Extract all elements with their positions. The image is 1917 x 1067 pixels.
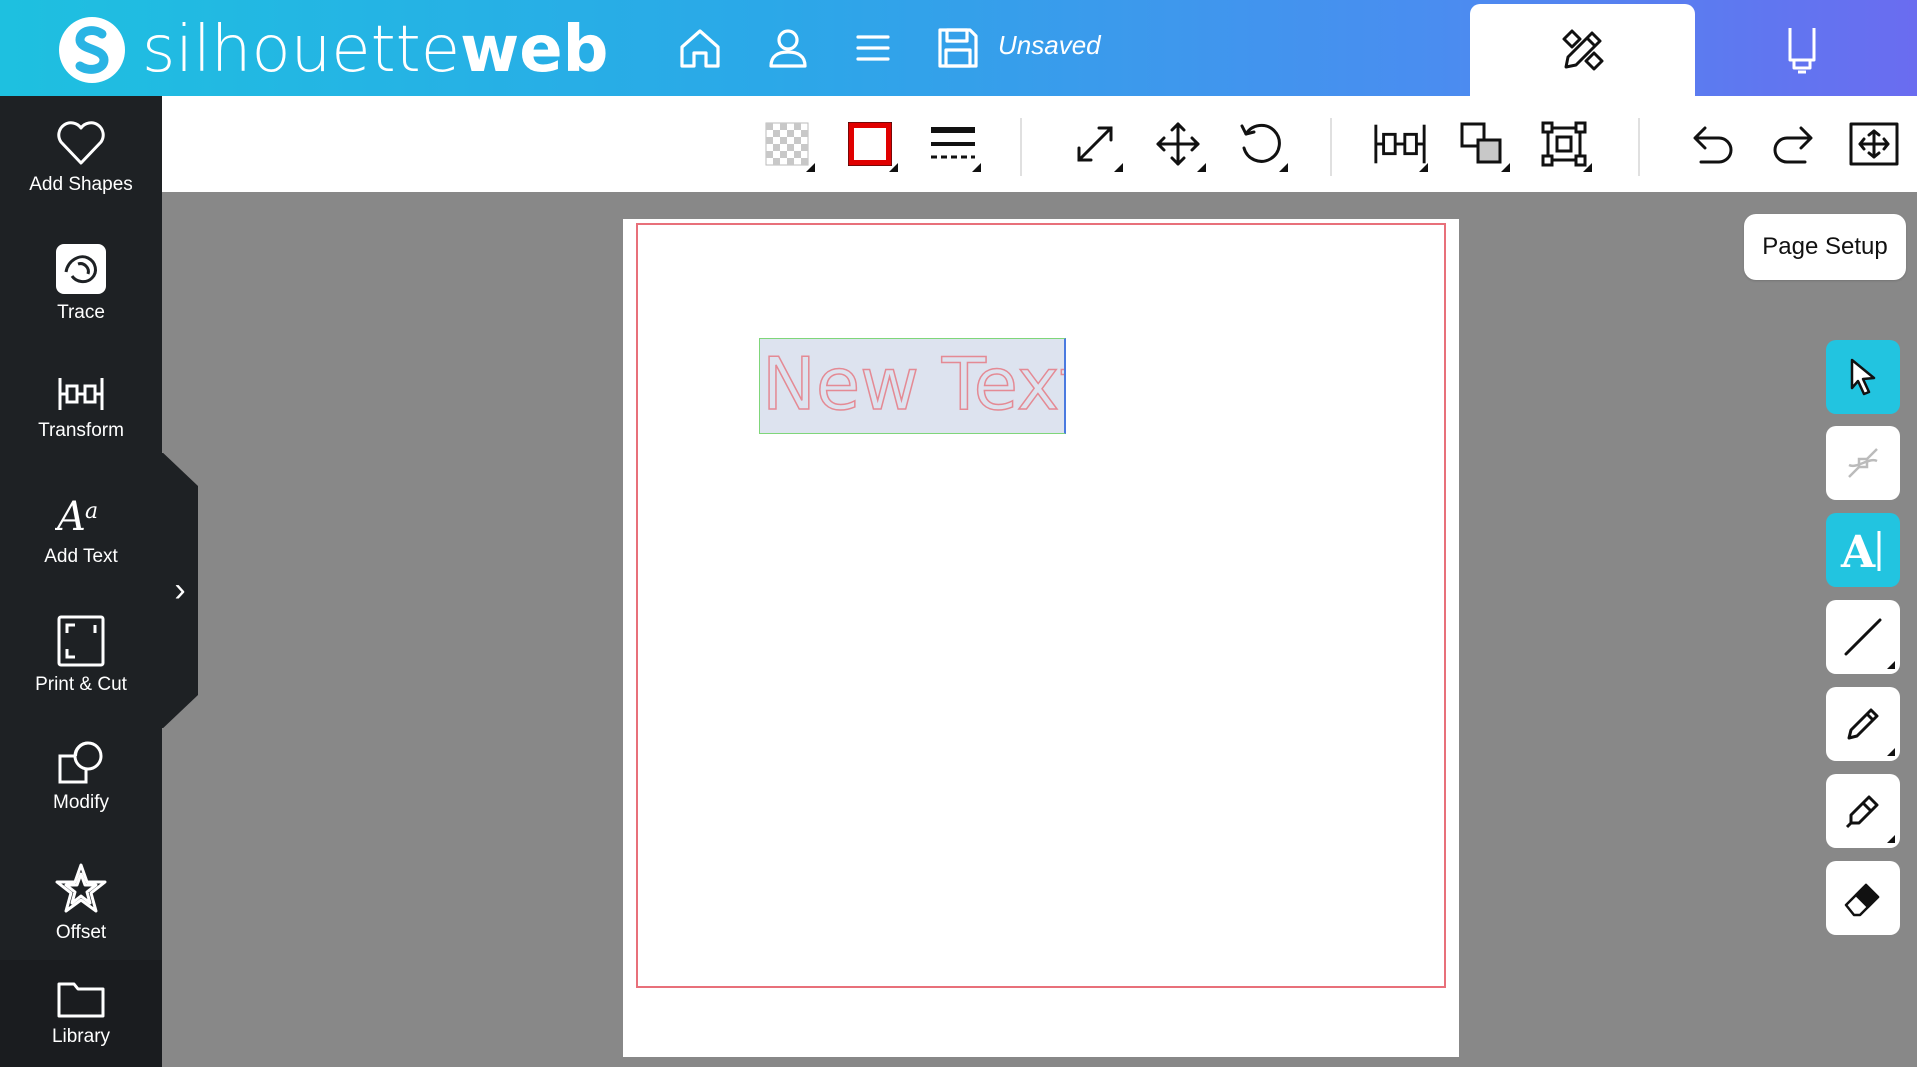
sidebar-item-transform[interactable]: Transform xyxy=(0,374,162,442)
fill-icon xyxy=(765,122,809,166)
arrange-button[interactable] xyxy=(1454,116,1510,172)
home-icon xyxy=(680,29,720,68)
sidebar-item-add-shapes[interactable]: Add Shapes xyxy=(0,118,162,196)
pencil-icon xyxy=(1845,795,1879,829)
text-cursor-icon: A xyxy=(1840,527,1881,575)
menu-icon xyxy=(856,35,890,61)
select-tool-button[interactable] xyxy=(1826,340,1900,414)
eraser-tool-button[interactable] xyxy=(1826,861,1900,935)
scale-icon xyxy=(1077,126,1113,162)
line-color-icon xyxy=(848,122,892,166)
chevron-right-icon: › xyxy=(174,571,186,609)
text-object[interactable]: New Text xyxy=(759,338,1066,434)
text-icon: A a xyxy=(55,494,98,540)
pencil-tool-button[interactable] xyxy=(1826,774,1900,848)
svg-text:a: a xyxy=(85,499,98,524)
logo-text: silhouetteweb xyxy=(142,13,609,87)
star-icon xyxy=(55,863,107,913)
move-dropdown-icon xyxy=(1197,163,1206,172)
rotate-icon xyxy=(1240,123,1281,163)
pencil-tool-dropdown-icon xyxy=(1887,835,1895,843)
line-color-dropdown-icon xyxy=(889,163,898,172)
send-mode-icon xyxy=(1788,28,1816,74)
save-icon xyxy=(938,28,978,68)
pointer-icon xyxy=(1850,358,1876,396)
undo-icon xyxy=(1693,126,1733,164)
line-color-button[interactable] xyxy=(842,116,898,172)
zoom-fit-button[interactable] xyxy=(1846,116,1902,172)
rotate-button[interactable] xyxy=(1232,116,1288,172)
toolbar-divider xyxy=(1638,118,1640,176)
line-style-button[interactable] xyxy=(925,116,981,172)
toolbar-divider xyxy=(1330,118,1332,176)
save-status: Unsaved xyxy=(998,30,1101,60)
heart-icon xyxy=(57,121,105,165)
group-icon xyxy=(1541,121,1587,167)
align-button[interactable] xyxy=(1372,116,1428,172)
logo-mark-icon xyxy=(59,17,125,83)
group-dropdown-icon xyxy=(1583,163,1592,172)
svg-text:A: A xyxy=(55,494,86,540)
redo-icon xyxy=(1773,126,1813,164)
sidebar-item-add-text[interactable]: A a Add Text xyxy=(0,492,162,568)
align-icon xyxy=(1374,124,1426,164)
scale-dropdown-icon xyxy=(1114,163,1123,172)
main-toolbar xyxy=(162,96,1917,192)
account-button[interactable] xyxy=(760,20,816,76)
modify-icon xyxy=(58,741,103,784)
line-tool-button[interactable] xyxy=(1826,600,1900,674)
undo-button[interactable] xyxy=(1684,116,1740,172)
line-style-dropdown-icon xyxy=(972,163,981,172)
align-dropdown-icon xyxy=(1419,163,1428,172)
print-cut-icon xyxy=(57,615,105,667)
tab-send-mode[interactable] xyxy=(1712,4,1892,96)
text-object-content[interactable]: New Text xyxy=(761,347,1064,421)
sidebar-item-library[interactable]: Library xyxy=(0,978,162,1048)
sidebar-item-modify[interactable]: Modify xyxy=(0,740,162,814)
pen-tool-button[interactable] xyxy=(1826,687,1900,761)
zoom-fit-icon xyxy=(1849,122,1899,166)
design-mode-icon xyxy=(1562,29,1603,71)
app-logo: silhouetteweb xyxy=(56,13,609,87)
trace-icon xyxy=(56,244,106,294)
point-edit-tool-button[interactable] xyxy=(1826,426,1900,500)
home-button[interactable] xyxy=(672,20,728,76)
page-setup-button[interactable]: Page Setup xyxy=(1744,214,1906,280)
point-edit-icon xyxy=(1848,448,1878,478)
rotate-dropdown-icon xyxy=(1279,163,1288,172)
arrange-icon xyxy=(1460,122,1502,164)
text-tool-button[interactable]: A xyxy=(1826,513,1900,587)
save-button[interactable] xyxy=(930,20,986,76)
sidebar-item-print-cut[interactable]: Print & Cut xyxy=(0,614,162,696)
svg-text:A: A xyxy=(1840,527,1876,575)
menu-button[interactable] xyxy=(845,20,901,76)
folder-icon xyxy=(57,982,105,1018)
eraser-icon xyxy=(1844,883,1880,917)
app-header: silhouetteweb Unsaved xyxy=(0,0,1917,96)
user-icon xyxy=(769,29,807,68)
pen-tool-dropdown-icon xyxy=(1887,748,1895,756)
group-button[interactable] xyxy=(1536,116,1592,172)
pen-icon xyxy=(1847,708,1879,740)
transform-icon xyxy=(58,378,104,410)
scale-button[interactable] xyxy=(1067,116,1123,172)
toolbar-divider xyxy=(1020,118,1022,176)
line-style-icon xyxy=(931,127,975,159)
tab-design-mode[interactable] xyxy=(1470,4,1695,96)
arrange-dropdown-icon xyxy=(1501,163,1510,172)
line-tool-dropdown-icon xyxy=(1887,661,1895,669)
fill-button[interactable] xyxy=(759,116,815,172)
move-button[interactable] xyxy=(1150,116,1206,172)
sidebar-item-offset[interactable]: Offset xyxy=(0,862,162,944)
move-icon xyxy=(1156,122,1200,166)
redo-button[interactable] xyxy=(1766,116,1822,172)
line-icon xyxy=(1844,618,1882,656)
sidebar-item-trace[interactable]: Trace xyxy=(0,242,162,324)
fill-dropdown-icon xyxy=(806,163,815,172)
